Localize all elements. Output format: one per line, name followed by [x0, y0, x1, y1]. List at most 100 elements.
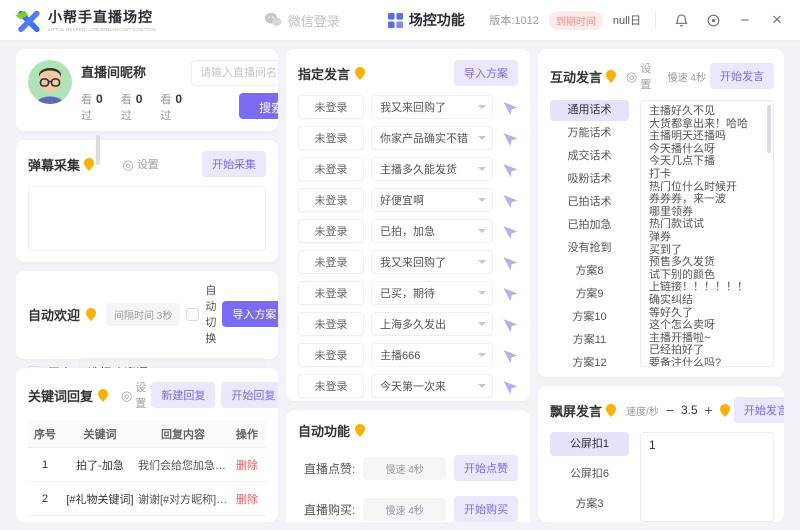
designated-speech-card: 指定发言 导入方案 未登录 我又来回购了 未登录 你家产品确实不错 未登录 主播…	[286, 49, 530, 401]
login-status-box[interactable]: 未登录	[298, 281, 364, 305]
start-collect-button[interactable]: 开始采集	[202, 151, 266, 177]
message-select[interactable]: 你家产品确实不错	[371, 126, 493, 150]
send-icon[interactable]	[496, 187, 521, 212]
speed-minus-button[interactable]: −	[663, 402, 677, 418]
message-select[interactable]: 好便宜啊	[371, 188, 493, 212]
script-tab[interactable]: 通用话术	[550, 100, 629, 121]
lamp-icon	[720, 404, 730, 417]
auto-switch-label: 自动切换	[205, 282, 216, 346]
chevron-down-icon	[478, 322, 486, 326]
floating-tab[interactable]: 公屏扣1	[550, 432, 629, 456]
auto-welcome-title: 自动欢迎	[28, 305, 80, 324]
message-select[interactable]: 我又来回购了	[371, 250, 493, 274]
chevron-down-icon	[478, 384, 486, 388]
auto-switch-checkbox[interactable]	[186, 308, 199, 321]
script-tab[interactable]: 方案12	[550, 353, 629, 367]
new-reply-button[interactable]: 新建回复	[151, 382, 215, 408]
lamp-icon	[84, 158, 94, 171]
message-select[interactable]: 已买，期待	[371, 281, 493, 305]
script-tab[interactable]: 成交话术	[550, 146, 629, 167]
room-name-input[interactable]	[191, 60, 278, 86]
buy-speed-pill: 慢速 4秒	[363, 498, 446, 521]
send-icon[interactable]	[496, 342, 521, 367]
speed-plus-button[interactable]: +	[702, 402, 716, 418]
target-icon[interactable]	[702, 9, 724, 31]
minimize-button[interactable]: −	[734, 9, 756, 31]
script-tab[interactable]: 方案10	[550, 307, 629, 328]
wechat-login-button[interactable]: 微信登录	[264, 11, 340, 30]
auto-functions-title: 自动功能	[298, 421, 350, 440]
chevron-down-icon	[478, 167, 486, 171]
message-select[interactable]: 我又来回购了	[371, 95, 493, 119]
designated-speech-row: 未登录 你家产品确实不错	[298, 126, 518, 150]
floating-tab[interactable]: 方案3	[550, 492, 629, 516]
close-button[interactable]: ×	[766, 9, 788, 31]
delete-link[interactable]: 删除	[228, 457, 266, 473]
danmu-collect-title: 弹幕采集	[28, 155, 80, 174]
login-status-box[interactable]: 未登录	[298, 95, 364, 119]
import-plan-button[interactable]: 导入方案	[222, 301, 278, 327]
viewed-stat: 看过 0	[160, 91, 182, 123]
designated-speech-row: 未登录 我又来回购了	[298, 95, 518, 119]
floating-text-area[interactable]: 1	[640, 432, 774, 522]
danmu-settings-button[interactable]: ◎ 设置	[122, 156, 158, 172]
script-tab[interactable]: 方案8	[550, 261, 629, 282]
speed-value: 3.5	[681, 403, 698, 417]
script-tab[interactable]: 万能话术	[550, 123, 629, 144]
message-select[interactable]: 主播666	[371, 343, 493, 367]
message-select[interactable]: 上海多久发出	[371, 312, 493, 336]
keyword-settings-button[interactable]: ◎ 设置	[121, 379, 146, 411]
login-status-box[interactable]: 未登录	[298, 188, 364, 212]
chevron-down-icon	[478, 260, 486, 264]
message-select[interactable]: 今天第一次来	[371, 374, 493, 398]
send-icon[interactable]	[496, 218, 521, 243]
login-status-box[interactable]: 未登录	[298, 250, 364, 274]
start-floating-button[interactable]: 开始发言	[734, 397, 784, 423]
notification-bell-icon[interactable]	[670, 9, 692, 31]
login-status-box[interactable]: 未登录	[298, 157, 364, 181]
start-like-button[interactable]: 开始点赞	[454, 455, 518, 481]
floating-tab-list: 公屏扣1 公屏扣6 方案3 方案4	[550, 432, 634, 522]
login-status-box[interactable]: 未登录	[298, 374, 364, 398]
delete-link[interactable]: 删除	[228, 491, 266, 507]
script-message-list: 主播好久不见 大货都拿出来！哈哈 主播明天还播吗 今天播什么呀 今天几点下播 打…	[640, 100, 774, 367]
message-select[interactable]: 主播多久能发货	[371, 157, 493, 181]
chevron-down-icon	[478, 229, 486, 233]
divider	[655, 12, 656, 28]
message-select[interactable]: 已拍，加急	[371, 219, 493, 243]
auto-functions-card: 自动功能 直播点赞: 慢速 4秒 开始点赞 直播购买: 慢速 4秒 开始购买	[286, 410, 530, 522]
floating-tab[interactable]: 公屏扣6	[550, 462, 629, 486]
script-message: 已经拍好了	[649, 344, 765, 357]
login-status-box[interactable]: 未登录	[298, 312, 364, 336]
app-subtitle: LITTLE HELPER, LIVE BROADCAST CONTROL	[48, 27, 157, 32]
room-profile-card: 直播间昵称 看过 0 看过 0 看过 0 搜索	[16, 49, 278, 131]
avatar	[28, 60, 72, 104]
login-status-box[interactable]: 未登录	[298, 343, 364, 367]
send-icon[interactable]	[496, 373, 521, 398]
login-status-box[interactable]: 未登录	[298, 126, 364, 150]
send-icon[interactable]	[496, 249, 521, 274]
script-tab[interactable]: 方案9	[550, 284, 629, 305]
viewed-stats: 看过 0 看过 0 看过 0	[81, 91, 182, 123]
script-tab[interactable]: 已拍话术	[550, 192, 629, 213]
script-tab[interactable]: 方案11	[550, 330, 629, 351]
script-tab[interactable]: 已拍加急	[550, 215, 629, 236]
send-icon[interactable]	[496, 125, 521, 150]
interactive-settings-button[interactable]: ◎ 设置	[626, 60, 656, 92]
login-status-box[interactable]: 未登录	[298, 219, 364, 243]
script-tab[interactable]: 没有抢到	[550, 238, 629, 259]
send-icon[interactable]	[496, 280, 521, 305]
tab-field-control[interactable]: 场控功能	[388, 10, 465, 30]
start-buy-button[interactable]: 开始购买	[454, 496, 518, 522]
scrollbar[interactable]	[767, 105, 771, 153]
start-speech-button[interactable]: 开始发言	[710, 63, 774, 89]
start-reply-button[interactable]: 开始回复	[221, 382, 278, 408]
send-icon[interactable]	[496, 156, 521, 181]
script-message: 预售多久发货	[649, 256, 765, 269]
script-tab[interactable]: 吸粉话术	[550, 169, 629, 190]
send-icon[interactable]	[496, 311, 521, 336]
import-plan-button[interactable]: 导入方案	[454, 60, 518, 86]
search-button[interactable]: 搜索	[239, 93, 278, 119]
gear-icon: ◎	[122, 158, 133, 171]
send-icon[interactable]	[496, 94, 521, 119]
